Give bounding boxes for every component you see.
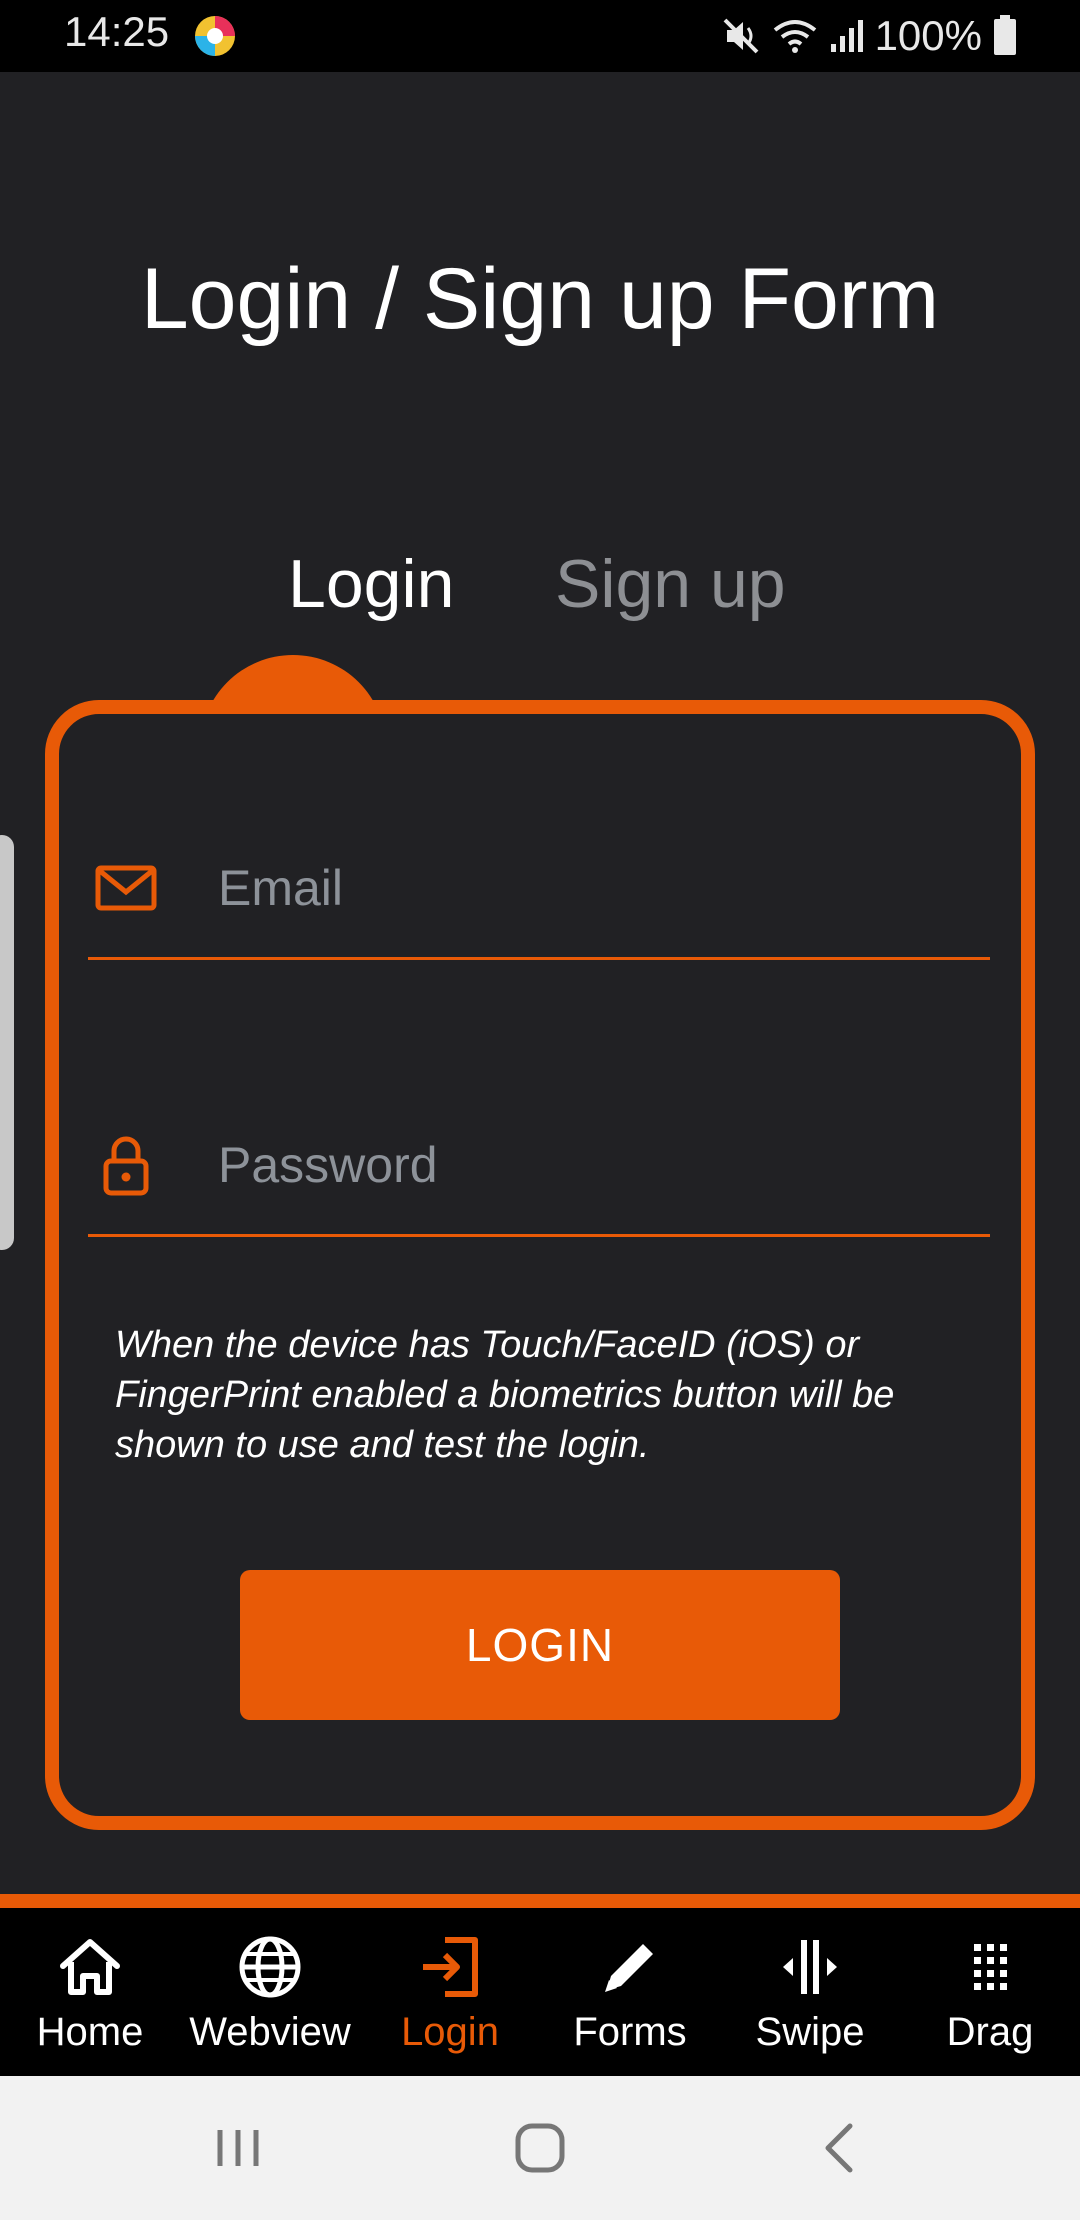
battery-icon — [994, 15, 1016, 55]
tab-login-nav[interactable]: Login — [360, 1908, 540, 2076]
login-icon — [423, 1937, 478, 1997]
tab-home-label: Home — [36, 2010, 144, 2054]
battery-percentage: 100% — [874, 12, 982, 59]
signal-icon — [830, 20, 863, 52]
tab-login-nav-label: Login — [401, 2010, 499, 2054]
email-input[interactable] — [218, 848, 978, 928]
home-button-icon[interactable] — [510, 2118, 570, 2178]
app-notification-icon — [195, 16, 235, 56]
tab-login[interactable]: Login — [288, 545, 454, 623]
status-bar: 14:25 100% — [0, 0, 1080, 72]
biometrics-note: When the device has Touch/FaceID (iOS) o… — [115, 1324, 895, 1466]
lock-icon — [103, 1136, 149, 1196]
tab-home[interactable]: Home — [0, 1908, 180, 2076]
tab-signup[interactable]: Sign up — [555, 545, 786, 623]
globe-icon — [239, 1936, 301, 1998]
tab-swipe[interactable]: Swipe — [720, 1908, 900, 2076]
email-field — [88, 830, 990, 960]
bottom-tab-bar: Home Webview Login Forms Swipe Drag — [0, 1908, 1080, 2076]
tab-swipe-label: Swipe — [755, 2010, 865, 2054]
status-icons: 100% — [721, 8, 1018, 64]
recent-apps-icon[interactable] — [208, 2118, 268, 2178]
page-title: Login / Sign up Form — [140, 251, 940, 347]
swipe-icon — [783, 1940, 837, 1994]
status-time: 14:25 — [64, 8, 170, 55]
password-field — [88, 1107, 990, 1237]
tab-drag[interactable]: Drag — [900, 1908, 1080, 2076]
tab-drag-label: Drag — [946, 2010, 1034, 2054]
tab-forms-label: Forms — [573, 2010, 687, 2054]
grid-icon — [974, 1944, 1007, 1990]
back-icon[interactable] — [812, 2118, 872, 2178]
wifi-icon — [773, 20, 816, 53]
edge-panel-handle[interactable] — [0, 835, 14, 1250]
tab-webview[interactable]: Webview — [180, 1908, 360, 2076]
mute-icon — [723, 18, 758, 54]
tabbar-top-border — [0, 1894, 1080, 1908]
login-button[interactable]: LOGIN — [240, 1570, 840, 1720]
password-input[interactable] — [218, 1125, 978, 1205]
pencil-icon — [605, 1944, 653, 1992]
home-icon — [60, 1939, 120, 1995]
tab-forms[interactable]: Forms — [540, 1908, 720, 2076]
mail-icon — [95, 865, 157, 911]
system-nav-bar — [0, 2076, 1080, 2220]
tab-webview-label: Webview — [189, 2010, 351, 2054]
